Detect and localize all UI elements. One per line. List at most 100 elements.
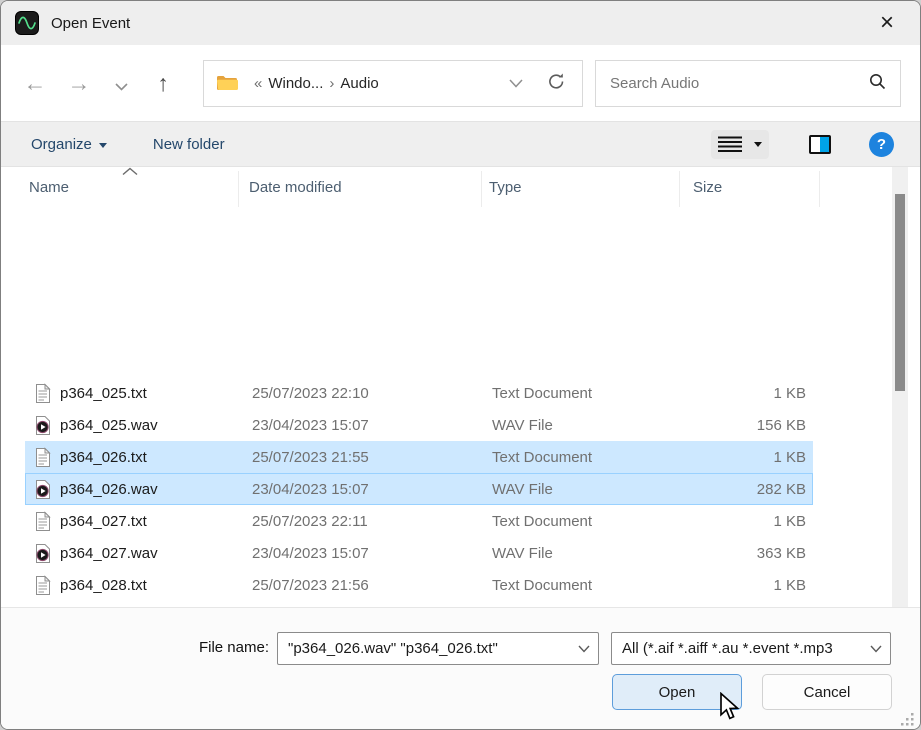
cancel-button[interactable]: Cancel — [762, 674, 892, 710]
file-date-modified: 25/07/2023 22:10 — [252, 385, 492, 402]
file-size: 282 KB — [708, 481, 812, 498]
column-divider[interactable] — [238, 171, 239, 207]
file-date-modified: 23/04/2023 15:07 — [252, 417, 492, 434]
new-folder-label: New folder — [153, 136, 225, 153]
forward-icon[interactable]: → — [57, 70, 101, 97]
file-row[interactable]: p364_027.txt 25/07/2023 22:11 Text Docum… — [25, 505, 813, 537]
file-type: WAV File — [492, 545, 708, 562]
file-name-value: "p364_026.wav" "p364_026.txt" — [288, 640, 578, 657]
breadcrumb-overflow-chevron[interactable]: « — [254, 75, 262, 92]
search-input[interactable]: Search Audio — [595, 60, 901, 107]
wav-file-icon — [34, 479, 52, 500]
file-date-modified: 25/07/2023 21:56 — [252, 577, 492, 594]
mouse-cursor — [719, 692, 741, 722]
file-size: 1 KB — [708, 577, 812, 594]
file-row[interactable]: p364_027.wav 23/04/2023 15:07 WAV File 3… — [25, 537, 813, 569]
refresh-icon[interactable] — [533, 72, 570, 95]
text-file-icon — [34, 383, 52, 404]
file-icon — [34, 511, 52, 532]
window-title: Open Event — [51, 15, 130, 32]
file-date-modified: 25/07/2023 21:55 — [252, 449, 492, 466]
file-type: Text Document — [492, 513, 708, 530]
change-view-button[interactable] — [711, 130, 769, 159]
file-type: WAV File — [492, 481, 708, 498]
scrollbar-thumb[interactable] — [895, 194, 905, 391]
new-folder-button[interactable]: New folder — [153, 136, 225, 153]
scrollbar-track[interactable] — [892, 167, 908, 607]
file-row[interactable]: p364_026.txt 25/07/2023 21:55 Text Docum… — [25, 441, 813, 473]
sort-ascending-icon — [121, 167, 139, 176]
file-row[interactable]: p364_025.txt 25/07/2023 22:10 Text Docum… — [25, 377, 813, 409]
file-list-area: Name Date modified Type Size — [1, 167, 920, 607]
column-header-size[interactable]: Size — [693, 179, 722, 196]
text-file-icon — [34, 575, 52, 596]
navigation-bar: ← → ↑ « Windo... › Audio — [1, 45, 920, 121]
file-icon — [34, 415, 52, 436]
file-name: p364_027.txt — [60, 513, 252, 530]
file-date-modified: 23/04/2023 15:07 — [252, 545, 492, 562]
chevron-down-icon[interactable] — [578, 645, 590, 653]
text-file-icon — [34, 447, 52, 468]
titlebar: Open Event × — [1, 1, 920, 45]
file-name: p364_028.txt — [60, 577, 252, 594]
file-name-label: File name: — [186, 639, 269, 656]
organize-caret-icon — [99, 143, 107, 148]
address-dropdown-chevron-icon[interactable] — [499, 75, 533, 92]
column-header-type[interactable]: Type — [489, 179, 522, 196]
file-row[interactable]: p364_026.wav 23/04/2023 15:07 WAV File 2… — [25, 473, 813, 505]
file-name: p364_026.wav — [60, 481, 252, 498]
search-icon[interactable] — [869, 73, 886, 94]
close-icon[interactable]: × — [868, 4, 906, 42]
file-icon — [34, 543, 52, 564]
column-headers: Name Date modified Type Size — [1, 167, 920, 211]
help-icon[interactable]: ? — [869, 132, 894, 157]
file-type: Text Document — [492, 449, 708, 466]
file-icon — [34, 383, 52, 404]
organize-label: Organize — [31, 136, 92, 153]
dialog-footer: File name: "p364_026.wav" "p364_026.txt"… — [1, 607, 920, 730]
file-name: p364_026.txt — [60, 449, 252, 466]
file-row[interactable]: p364_025.wav 23/04/2023 15:07 WAV File 1… — [25, 409, 813, 441]
up-icon[interactable]: ↑ — [141, 70, 185, 97]
organize-button[interactable]: Organize — [31, 136, 107, 153]
file-size: 1 KB — [708, 449, 812, 466]
breadcrumb-parent[interactable]: Windo... — [268, 75, 323, 92]
command-toolbar: Organize New folder ? — [1, 121, 920, 167]
file-icon — [34, 479, 52, 500]
file-date-modified: 23/04/2023 15:07 — [252, 481, 492, 498]
file-icon — [34, 447, 52, 468]
search-placeholder: Search Audio — [610, 75, 699, 92]
file-name: p364_027.wav — [60, 545, 252, 562]
breadcrumb-current[interactable]: Audio — [340, 75, 378, 92]
file-icon — [34, 575, 52, 596]
preview-pane-icon[interactable] — [809, 135, 831, 154]
open-button-label: Open — [659, 684, 696, 701]
address-bar[interactable]: « Windo... › Audio — [203, 60, 583, 107]
column-divider[interactable] — [679, 171, 680, 207]
file-type: Text Document — [492, 385, 708, 402]
recent-locations-chevron-icon[interactable] — [101, 70, 141, 97]
breadcrumb-separator: › — [329, 75, 334, 92]
file-name: p364_025.wav — [60, 417, 252, 434]
folder-icon — [216, 74, 238, 92]
file-size: 1 KB — [708, 385, 812, 402]
view-dropdown-caret-icon — [754, 142, 762, 147]
app-icon — [15, 11, 39, 35]
file-type-select[interactable]: All (*.aif *.aiff *.au *.event *.mp3 — [611, 632, 891, 665]
resize-grip[interactable] — [901, 713, 915, 727]
text-file-icon — [34, 511, 52, 532]
column-header-name[interactable]: Name — [29, 179, 69, 196]
chevron-down-icon[interactable] — [870, 645, 882, 653]
file-row[interactable]: p364_028.txt 25/07/2023 21:56 Text Docum… — [25, 569, 813, 601]
file-name: p364_025.txt — [60, 385, 252, 402]
column-divider[interactable] — [819, 171, 820, 207]
file-date-modified: 25/07/2023 22:11 — [252, 513, 492, 530]
back-icon[interactable]: ← — [13, 70, 57, 97]
column-header-date-modified[interactable]: Date modified — [249, 179, 342, 196]
wav-file-icon — [34, 543, 52, 564]
file-name-input[interactable]: "p364_026.wav" "p364_026.txt" — [277, 632, 599, 665]
column-divider[interactable] — [481, 171, 482, 207]
cancel-button-label: Cancel — [804, 684, 851, 701]
list-view-icon — [718, 136, 742, 153]
file-size: 1 KB — [708, 513, 812, 530]
